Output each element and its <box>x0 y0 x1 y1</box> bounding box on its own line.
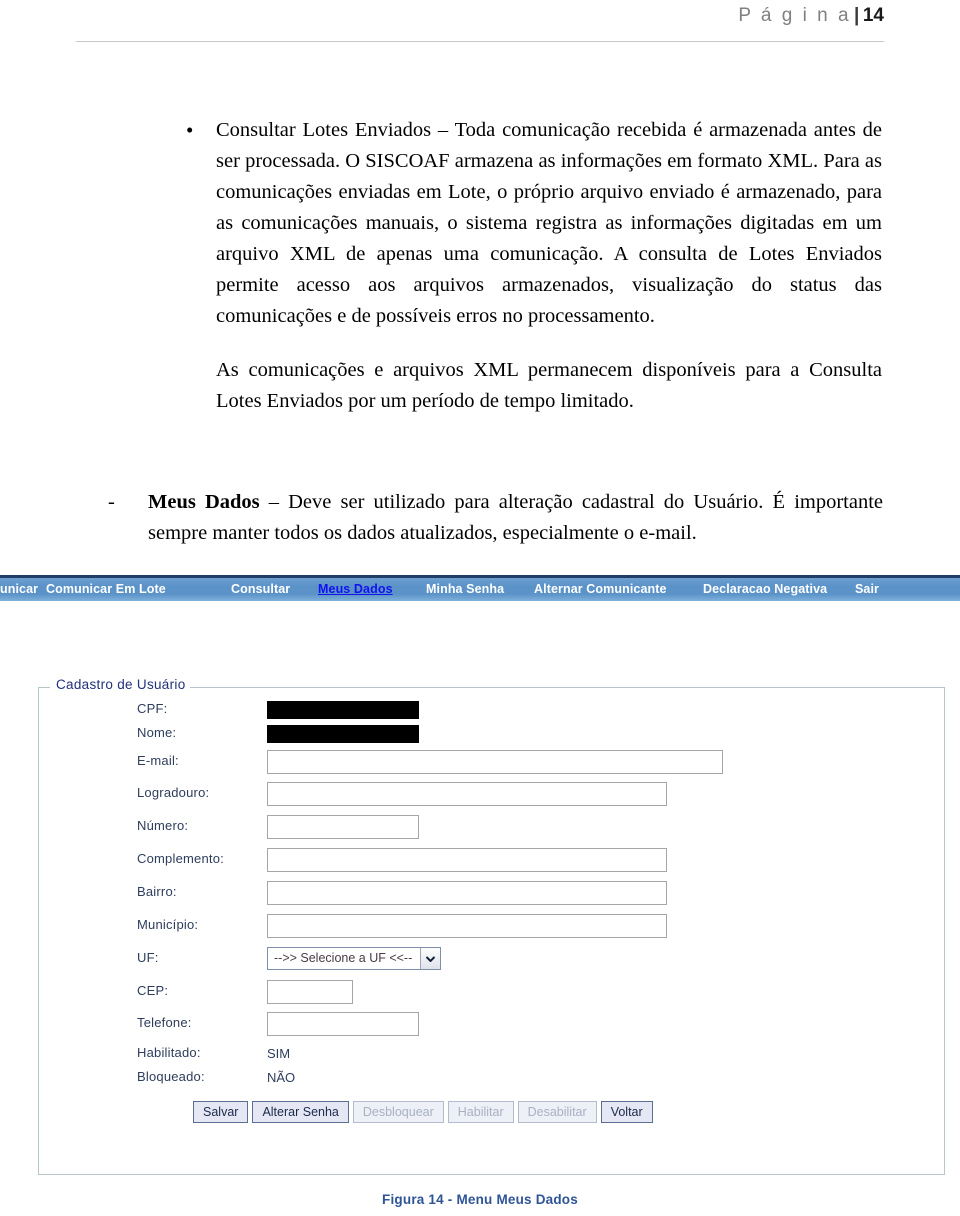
control-wrapper-e-mail <box>267 750 723 774</box>
select-uf[interactable]: -->> Selecione a UF <<-- <box>267 947 442 970</box>
control-wrapper-cpf <box>267 698 419 719</box>
page-number: 14 <box>862 5 884 26</box>
control-wrapper-nome <box>267 722 419 743</box>
redacted-value-cpf <box>267 701 419 719</box>
control-wrapper-complemento <box>267 848 667 872</box>
fieldset-border-left-segment <box>38 687 50 688</box>
form-row: Telefone: <box>0 1012 960 1043</box>
label-logradouro: Logradouro: <box>137 785 210 800</box>
input-bairro[interactable] <box>267 881 667 905</box>
page-word: P á g i n a <box>738 5 852 26</box>
button-desbloquear: Desbloquear <box>352 1101 444 1123</box>
fieldset-legend: Cadastro de Usuário <box>52 677 190 692</box>
form-row: UF: -->> Selecione a UF <<-- <box>0 947 960 978</box>
application-screenshot: unicar Comunicar Em Lote Consultar Meus Dad… <box>0 573 960 1178</box>
navigation-items: unicar Comunicar Em Lote Consultar Meus Dad… <box>0 578 960 601</box>
input-logradouro[interactable] <box>267 782 667 806</box>
input-e-mail[interactable] <box>267 750 723 774</box>
form-row: E-mail: <box>0 750 960 781</box>
dash-marker-icon: - <box>108 491 115 513</box>
fieldset-border-right-segment <box>190 687 945 688</box>
input-municipio[interactable] <box>267 914 667 938</box>
nav-item-comunicar-em-lote[interactable]: Comunicar Em Lote <box>46 582 166 596</box>
paragraph-consultar-lotes: Consultar Lotes Enviados – Toda comunica… <box>216 119 882 327</box>
control-wrapper-bloqueado: NÃO <box>267 1066 295 1088</box>
label-habilitado: Habilitado: <box>137 1045 201 1060</box>
form-row: Município: <box>0 914 960 945</box>
form-row: Logradouro: <box>0 782 960 813</box>
label-cpf: CPF: <box>137 701 168 716</box>
dash-list-item-meus-dados: - Meus Dados – Deve ser utilizado para a… <box>108 487 883 549</box>
label-bairro: Bairro: <box>137 884 177 899</box>
label-nome: Nome: <box>137 725 177 740</box>
label-uf: UF: <box>137 950 159 965</box>
nav-item-alternar-comunicante[interactable]: Alternar Comunicante <box>534 582 667 596</box>
input-telefone[interactable] <box>267 1012 419 1036</box>
label-cep: CEP: <box>137 983 169 998</box>
form-row: CEP: <box>0 980 960 1011</box>
button-habilitar: Habilitar <box>447 1101 514 1123</box>
input-complemento[interactable] <box>267 848 667 872</box>
page-header-label: P á g i n a |14 <box>738 5 884 27</box>
button-salvar[interactable]: Salvar <box>193 1101 249 1123</box>
control-wrapper-telefone <box>267 1012 419 1036</box>
meus-dados-term: Meus Dados <box>148 491 260 513</box>
form-row: Nome: <box>0 725 960 753</box>
main-navigation-bar: unicar Comunicar Em Lote Consultar Meus Dad… <box>0 575 960 601</box>
form-row: Número: <box>0 815 960 846</box>
control-wrapper-habilitado: SIM <box>267 1042 290 1064</box>
label-telefone: Telefone: <box>137 1015 192 1030</box>
chevron-down-icon[interactable] <box>420 948 441 969</box>
paragraph-disponibilidade: As comunicações e arquivos XML permanece… <box>216 359 882 412</box>
button-voltar[interactable]: Voltar <box>600 1101 653 1123</box>
page-separator: | <box>854 5 862 26</box>
control-wrapper-numero <box>267 815 419 839</box>
label-bloqueado: Bloqueado: <box>137 1069 205 1084</box>
form-row: Bairro: <box>0 881 960 912</box>
value-habilitado: SIM <box>267 1046 291 1061</box>
form-row: Complemento: <box>0 848 960 879</box>
nav-item-declaracao-negativa[interactable]: Declaracao Negativa <box>703 582 827 596</box>
form-row: Bloqueado: NÃO <box>0 1069 960 1097</box>
form-action-buttons: Salvar Alterar Senha Desbloquear Habilitar D… <box>193 1101 653 1123</box>
control-wrapper-uf: -->> Selecione a UF <<-- <box>267 947 442 970</box>
input-cep[interactable] <box>267 980 353 1004</box>
figure-caption: Figura 14 - Menu Meus Dados <box>382 1192 578 1207</box>
select-selected-value-uf: -->> Selecione a UF <<-- <box>274 951 413 965</box>
button-alterar-senha[interactable]: Alterar Senha <box>252 1101 349 1123</box>
label-municipio: Município: <box>137 917 199 932</box>
label-e-mail: E-mail: <box>137 753 179 768</box>
page-header: P á g i n a |14 <box>0 0 960 46</box>
bullet-marker-icon: • <box>186 118 194 142</box>
redacted-value-nome <box>267 725 419 743</box>
nav-item-consultar[interactable]: Consultar <box>231 582 290 596</box>
nav-item-minha-senha[interactable]: Minha Senha <box>426 582 504 596</box>
control-wrapper-bairro <box>267 881 667 905</box>
input-numero[interactable] <box>267 815 419 839</box>
label-numero: Número: <box>137 818 189 833</box>
control-wrapper-municipio <box>267 914 667 938</box>
button-desabilitar: Desabilitar <box>517 1101 597 1123</box>
control-wrapper-cep <box>267 980 353 1004</box>
label-complemento: Complemento: <box>137 851 224 866</box>
nav-item-unicar[interactable]: unicar <box>0 582 38 596</box>
nav-item-meus-dados[interactable]: Meus Dados <box>318 582 393 596</box>
paragraph-meus-dados: Meus Dados – Deve ser utilizado para alt… <box>148 487 883 549</box>
header-divider <box>76 41 884 42</box>
control-wrapper-logradouro <box>267 782 667 806</box>
value-bloqueado: NÃO <box>267 1070 296 1085</box>
nav-item-sair[interactable]: Sair <box>855 582 879 596</box>
bullet-list-item-consultar-lotes: • Consultar Lotes Enviados – Toda comuni… <box>178 115 882 332</box>
